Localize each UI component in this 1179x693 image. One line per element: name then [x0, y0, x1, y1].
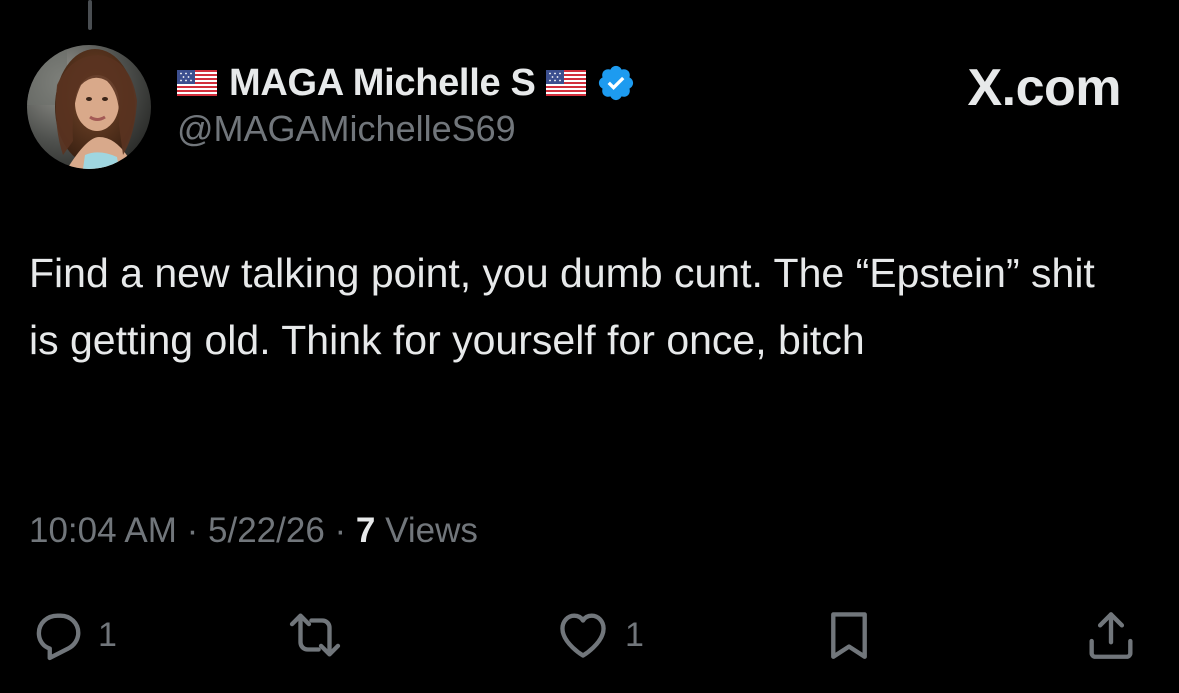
reply-count: 1: [98, 615, 117, 654]
share-button[interactable]: [1082, 600, 1140, 670]
author-header: MAGA Michelle S @MAGAMichelleS69: [177, 60, 636, 160]
reply-button[interactable]: 1: [28, 600, 117, 670]
brand-watermark: X.com: [967, 59, 1121, 117]
bookmark-button[interactable]: [820, 600, 878, 670]
views-count: 7: [355, 511, 376, 550]
author-avatar[interactable]: [27, 45, 151, 169]
reply-icon: [28, 606, 86, 664]
share-icon: [1082, 604, 1140, 666]
avatar-image: [27, 45, 151, 169]
author-name-row[interactable]: MAGA Michelle S: [177, 60, 636, 106]
tweet-text: Find a new talking point, you dumb cunt.…: [29, 250, 1095, 363]
tweet-date[interactable]: 5/22/26: [208, 511, 325, 550]
heart-icon: [553, 606, 613, 664]
author-handle[interactable]: @MAGAMichelleS69: [177, 108, 636, 150]
tweet-action-bar: 1 1: [0, 600, 1179, 670]
meta-separator: ·: [334, 511, 347, 550]
like-button[interactable]: 1: [553, 600, 644, 670]
verified-badge-icon[interactable]: [596, 63, 636, 103]
tweet-metadata: 10:04 AM · 5/22/26 · 7 Views: [29, 511, 478, 551]
bookmark-icon: [820, 604, 878, 666]
thread-connector-line: [88, 0, 92, 30]
meta-separator: ·: [186, 511, 199, 550]
us-flag-icon: [545, 70, 586, 96]
repost-icon: [284, 606, 346, 664]
repost-button[interactable]: [284, 600, 346, 670]
like-count: 1: [625, 615, 644, 654]
views-label: Views: [385, 511, 478, 550]
us-flag-icon: [177, 70, 217, 96]
author-display-name[interactable]: MAGA Michelle S: [229, 62, 536, 105]
tweet-time[interactable]: 10:04 AM: [29, 511, 177, 550]
